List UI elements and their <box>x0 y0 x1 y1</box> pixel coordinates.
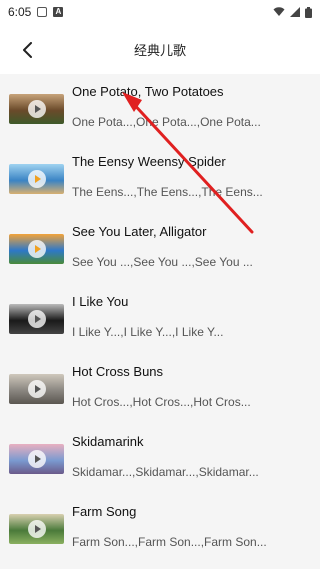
wifi-icon <box>273 7 285 16</box>
notification-icon <box>37 7 48 17</box>
back-arrow-icon <box>23 42 32 58</box>
play-icon <box>27 100 46 118</box>
play-icon <box>27 310 46 328</box>
song-title: Farm Song <box>72 504 137 519</box>
song-thumbnail <box>9 374 64 404</box>
song-thumbnail <box>9 444 64 474</box>
play-icon <box>27 450 46 468</box>
back-button[interactable] <box>14 36 42 64</box>
battery-icon <box>305 6 312 18</box>
song-title: The Eensy Weensy Spider <box>72 154 226 169</box>
song-title: One Potato, Two Potatoes <box>72 84 224 99</box>
song-subtitle: Hot Cros...,Hot Cros...,Hot Cros... <box>72 395 251 409</box>
song-subtitle: One Pota...,One Pota...,One Pota... <box>72 115 261 129</box>
song-title: I Like You <box>72 294 129 309</box>
song-list: One Potato, Two Potatoes One Pota...,One … <box>0 74 320 569</box>
app-bar: 经典儿歌 <box>0 24 320 74</box>
play-icon <box>27 170 46 188</box>
song-subtitle: I Like Y...,I Like Y...,I Like Y... <box>72 325 224 339</box>
song-thumbnail <box>9 164 64 194</box>
song-list-item[interactable]: One Potato, Two Potatoes One Pota...,One … <box>0 74 320 144</box>
song-list-item[interactable]: Skidamarink Skidamar...,Skidamar...,Skida… <box>0 424 320 494</box>
song-subtitle: Skidamar...,Skidamar...,Skidamar... <box>72 465 259 479</box>
song-list-item[interactable]: Hot Cross Buns Hot Cros...,Hot Cros...,Ho… <box>0 354 320 424</box>
song-list-item[interactable]: The Eensy Weensy Spider The Eens...,The E… <box>0 144 320 214</box>
song-subtitle: The Eens...,The Eens...,The Eens... <box>72 185 263 199</box>
song-list-item[interactable]: Farm Song Farm Son...,Farm Son...,Farm So… <box>0 494 320 564</box>
app-notification-icon: A <box>53 7 64 17</box>
song-list-item[interactable]: I Like You I Like Y...,I Like Y...,I Like… <box>0 284 320 354</box>
signal-icon <box>290 7 300 17</box>
song-thumbnail <box>9 514 64 544</box>
song-title: See You Later, Alligator <box>72 224 207 239</box>
song-title: Skidamarink <box>72 434 144 449</box>
play-icon <box>27 380 46 398</box>
page-title: 经典儿歌 <box>133 43 186 59</box>
song-subtitle: Farm Son...,Farm Son...,Farm Son... <box>72 535 267 549</box>
song-thumbnail <box>9 94 64 124</box>
play-icon <box>27 520 46 538</box>
song-thumbnail <box>9 304 64 334</box>
song-thumbnail <box>9 234 64 264</box>
play-icon <box>27 240 46 258</box>
song-list-item[interactable]: See You Later, Alligator See You ...,See … <box>0 214 320 284</box>
status-bar: 6:05 A <box>0 0 320 24</box>
song-title: Hot Cross Buns <box>72 364 164 379</box>
status-time: 6:05 <box>8 5 32 19</box>
song-subtitle: See You ...,See You ...,See You ... <box>72 255 253 269</box>
